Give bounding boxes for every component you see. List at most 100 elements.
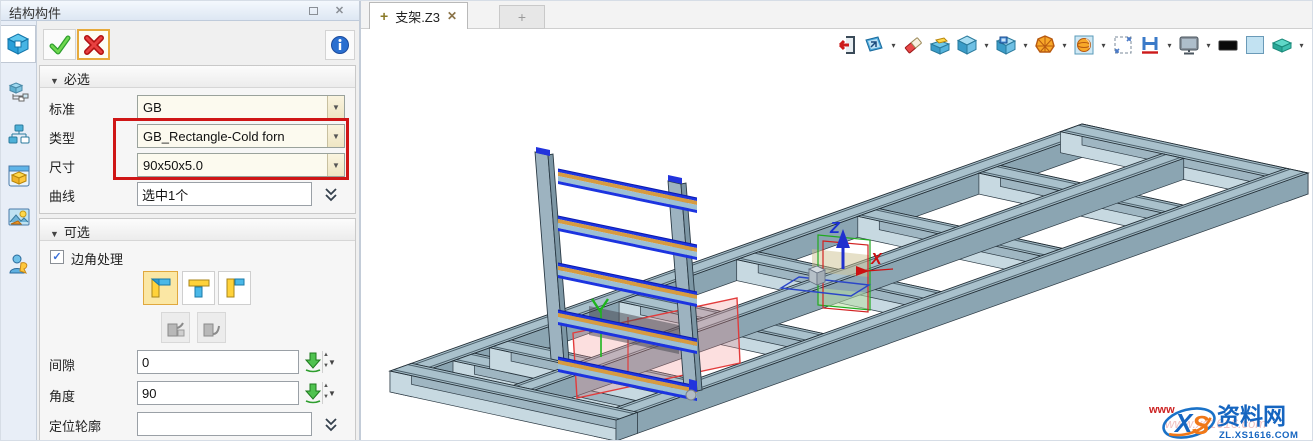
- history-tree-icon: [8, 82, 28, 102]
- green-arrow-down-icon: [304, 383, 322, 404]
- cancel-button[interactable]: [77, 29, 110, 60]
- view-plane-icon[interactable]: [862, 33, 886, 57]
- corner-option-disabled-1-button[interactable]: [161, 312, 190, 343]
- z-axis-label: Z: [829, 220, 841, 237]
- corner-option-disabled-2-button[interactable]: [197, 312, 226, 343]
- gap-label: 间隙: [49, 358, 76, 373]
- angle-options-dropdown-icon[interactable]: ▼: [328, 389, 336, 398]
- frame-model-scene: ZX: [388, 123, 1310, 440]
- manager-sidebar: [1, 21, 37, 440]
- angle-input[interactable]: [138, 382, 322, 404]
- ok-button[interactable]: [43, 29, 76, 60]
- 3d-viewport[interactable]: ZX ▾ ▾ ▾ ▾ ▾ ▾ ▾ ▾ www.xs1616.com www X …: [361, 29, 1312, 440]
- watermark-logo-s: S: [1192, 410, 1210, 440]
- corner-treatment-label: 边角处理: [71, 252, 124, 267]
- sidebar-item-assembly-hierarchy[interactable]: [1, 115, 36, 153]
- zoom-all-icon[interactable]: [1072, 33, 1096, 57]
- type-label: 类型: [49, 131, 76, 146]
- corner-trim-first-icon: [188, 279, 209, 298]
- sidebar-item-history-tree[interactable]: [1, 73, 36, 111]
- type-value: GB_Rectangle-Cold forn: [143, 128, 285, 144]
- standard-dropdown-icon[interactable]: ▼: [327, 96, 344, 118]
- eraser-icon[interactable]: [901, 33, 925, 57]
- render-material-icon[interactable]: [1270, 33, 1294, 57]
- tab-modified-plus-icon: +: [380, 8, 389, 24]
- document-area: + 支架.Z3 ✕ + ZX ▾ ▾ ▾ ▾ ▾ ▾ ▾ ▾ www.xs161…: [359, 1, 1312, 440]
- shaded-cube-dropdown-icon[interactable]: ▾: [982, 41, 991, 50]
- sidebar-item-visual-manager[interactable]: [1, 157, 36, 195]
- wireframe-sphere-dropdown-icon[interactable]: ▾: [1060, 41, 1069, 50]
- open-box-icon[interactable]: [928, 33, 952, 57]
- section-beam-icon[interactable]: [1138, 33, 1162, 57]
- required-group-label: 必选: [63, 72, 90, 87]
- corner-style-miter-button[interactable]: [143, 271, 178, 305]
- render-material-dropdown-icon[interactable]: ▾: [1297, 41, 1306, 50]
- zoom-all-dropdown-icon[interactable]: ▾: [1099, 41, 1108, 50]
- angle-spinbox: ▲▼: [137, 381, 329, 405]
- render-image-icon: [8, 208, 29, 226]
- angle-label: 角度: [49, 389, 76, 404]
- standard-value: GB: [143, 99, 162, 115]
- curve-input[interactable]: [137, 182, 312, 206]
- watermark-logo-x: X: [1173, 408, 1194, 438]
- user-role-icon: [8, 254, 27, 274]
- optional-group-label: 可选: [63, 225, 90, 240]
- sidebar-item-shape-manager[interactable]: [1, 25, 36, 63]
- ok-check-icon: [49, 35, 70, 54]
- corner-style-trim-first-button[interactable]: [182, 271, 215, 305]
- panel-close-icon[interactable]: ✕: [332, 4, 347, 18]
- gap-options-dropdown-icon[interactable]: ▼: [328, 358, 336, 367]
- corner-miter-icon: [150, 278, 170, 298]
- new-tab-button[interactable]: +: [499, 5, 545, 29]
- gap-input[interactable]: [138, 351, 322, 373]
- display-monitor-icon[interactable]: [1177, 33, 1201, 57]
- size-dropdown-icon[interactable]: ▼: [327, 154, 344, 176]
- corner-treatment-checkbox[interactable]: ✓: [50, 250, 64, 264]
- watermark-logo: www.xs1616.com www X S 资料网 ZL.XS1616.COM: [1148, 403, 1298, 440]
- profile-expand-chevrons-icon[interactable]: [318, 412, 344, 436]
- sidebar-item-render-image[interactable]: [1, 199, 36, 237]
- section-beam-dropdown-icon[interactable]: ▾: [1165, 41, 1174, 50]
- curve-expand-chevrons-icon[interactable]: [318, 182, 344, 206]
- profile-label: 定位轮廓: [49, 419, 102, 434]
- blue-swatch-icon[interactable]: [1243, 33, 1267, 57]
- size-value: 90x50x5.0: [143, 157, 203, 173]
- shape-manager-cube-icon: [6, 33, 30, 55]
- display-monitor-dropdown-icon[interactable]: ▾: [1204, 41, 1213, 50]
- tab-label: 支架.Z3: [395, 9, 440, 25]
- tab-zhijia-z3[interactable]: + 支架.Z3 ✕: [369, 2, 469, 29]
- exit-icon[interactable]: [835, 33, 859, 57]
- viewport-toolbar: ▾ ▾ ▾ ▾ ▾ ▾ ▾ ▾: [835, 33, 1306, 57]
- corner-gray-round-icon: [203, 323, 220, 336]
- panel-restore-icon[interactable]: [306, 4, 321, 18]
- corner-style-trim-second-button[interactable]: [218, 271, 251, 305]
- required-group-header[interactable]: ▼ 必选: [40, 66, 355, 88]
- size-combobox[interactable]: 90x50x5.0 ▼: [137, 153, 345, 177]
- document-tabbar: + 支架.Z3 ✕ +: [361, 1, 1312, 29]
- type-combobox[interactable]: GB_Rectangle-Cold forn ▼: [137, 124, 345, 148]
- panel-titlebar: 结构构件 ✕: [1, 1, 359, 21]
- type-dropdown-icon[interactable]: ▼: [327, 125, 344, 147]
- cancel-x-icon: [83, 34, 104, 55]
- panel-title: 结构构件: [9, 6, 62, 21]
- corner-gray-joint-icon: [167, 322, 184, 336]
- shaded-cube-icon[interactable]: [955, 33, 979, 57]
- zoom-window-icon[interactable]: [1111, 33, 1135, 57]
- black-swatch-icon[interactable]: [1216, 33, 1240, 57]
- wireframe-sphere-icon[interactable]: [1033, 33, 1057, 57]
- tab-close-icon[interactable]: ✕: [447, 9, 457, 23]
- sidebar-item-user-role[interactable]: [1, 245, 36, 283]
- cube-preview-icon[interactable]: [994, 33, 1018, 57]
- assembly-hierarchy-icon: [8, 124, 29, 144]
- gap-pick-value-button[interactable]: [304, 351, 322, 378]
- cube-preview-dropdown-icon[interactable]: ▾: [1021, 41, 1030, 50]
- info-button[interactable]: [325, 30, 355, 60]
- standard-label: 标准: [49, 102, 76, 117]
- standard-combobox[interactable]: GB ▼: [137, 95, 345, 119]
- angle-pick-value-button[interactable]: [304, 382, 322, 409]
- optional-group-header[interactable]: ▼ 可选: [40, 219, 355, 241]
- collapse-arrow-icon: ▼: [50, 229, 59, 239]
- frame-member-face: [816, 269, 826, 286]
- view-plane-dropdown-icon[interactable]: ▾: [889, 41, 898, 50]
- profile-input[interactable]: [137, 412, 312, 436]
